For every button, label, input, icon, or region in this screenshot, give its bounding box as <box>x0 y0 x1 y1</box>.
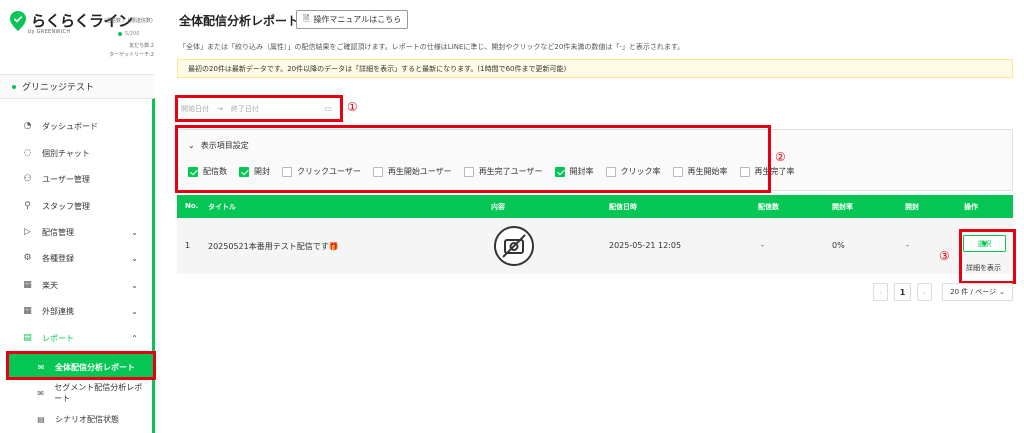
annotation-box-date <box>175 95 343 122</box>
annotation-number-1: ① <box>347 100 358 114</box>
sidebar-item-registration[interactable]: ⚙ 各種登録 ⌄ <box>0 245 150 271</box>
cell-date: 2025-05-21 12:05 <box>609 241 682 250</box>
col-content: 内容 <box>491 203 505 211</box>
chevron-down-icon: ⌄ <box>131 253 138 263</box>
report-icon: ▤ <box>23 333 32 343</box>
brand-by: by GREENWICH <box>28 29 71 35</box>
cell-open-rate: 0% <box>832 241 845 250</box>
sidebar-item-label: 個別チャット <box>42 148 90 158</box>
pagination-next-button[interactable]: › <box>917 283 932 301</box>
page-size-select[interactable]: 20 件 / ページ ⌄ <box>942 283 1013 301</box>
sidebar-subitem-segment-report[interactable]: ✉ セグメント配信分析レポート <box>0 380 150 406</box>
sidebar-item-label: 各種登録 <box>42 253 74 263</box>
sidebar-item-label: レポート <box>42 333 74 343</box>
sidebar-item-label: ダッシュボード <box>42 121 98 131</box>
sidebar-item-integration[interactable]: ▦ 外部連携 ⌄ <box>0 298 150 324</box>
col-title: タイトル <box>208 203 236 211</box>
users-icon: ⚇ <box>23 174 32 184</box>
account-selector[interactable]: グリニッジテスト <box>0 74 154 99</box>
friend-count: 友だち数:2 <box>129 43 154 49</box>
status-dot-icon <box>118 32 122 36</box>
annotation-box-action <box>959 229 1016 284</box>
sidebar-item-label: 外部連携 <box>42 306 74 316</box>
target-reach: ターゲットリーチ:2 <box>109 52 154 58</box>
col-count: 配信数 <box>758 203 779 211</box>
send-icon: ▷ <box>24 227 31 237</box>
col-open-rate: 開封率 <box>832 203 853 211</box>
quota: 5/200 <box>118 31 139 37</box>
rakuten-icon: ▦ <box>23 280 32 290</box>
no-image-icon <box>494 226 534 266</box>
col-open: 開封 <box>905 203 919 211</box>
cell-title: 20250521本番用テスト配信です🎁 <box>208 242 339 251</box>
sidebar-item-label: スタッフ管理 <box>42 201 90 211</box>
sidebar-item-staff[interactable]: ⚲ スタッフ管理 <box>0 193 150 219</box>
mail-icon: ✉ <box>37 388 44 398</box>
sidebar-subitem-label: シナリオ配信状態 <box>55 414 119 424</box>
sidebar-subitem-label: セグメント配信分析レポート <box>54 383 143 403</box>
friend-stats: 友だち数:2 ターゲットリーチ:2 <box>109 42 154 60</box>
pagination-prev-button[interactable]: ‹ <box>873 283 888 301</box>
pagination-page-1[interactable]: 1 <box>894 283 911 301</box>
page-description: 「全体」または「絞り込み（属性）」の配信結果をご確認頂けます。レポートの仕様はL… <box>179 43 685 51</box>
sidebar-item-users[interactable]: ⚇ ユーザー管理 <box>0 166 150 192</box>
logo-pin-icon <box>10 10 26 31</box>
chevron-down-icon: ⌄ <box>131 306 138 316</box>
sidebar-item-report[interactable]: ▤ レポート ⌃ <box>0 325 150 351</box>
cell-no: 1 <box>185 241 191 250</box>
annotation-box-settings <box>175 125 771 193</box>
page-size-label: 20 件 / ページ <box>950 288 996 296</box>
page-title: 全体配信分析レポート <box>179 14 300 28</box>
scenario-icon: ▤ <box>37 414 45 424</box>
integration-icon: ▦ <box>23 306 32 316</box>
sidebar-item-delivery[interactable]: ▷ 配信管理 ⌄ <box>0 219 150 245</box>
chevron-down-icon: ⌄ <box>131 227 138 237</box>
col-date: 配信日時 <box>609 203 637 211</box>
annotation-box-sidebar <box>6 351 156 380</box>
cell-open: - <box>906 241 909 250</box>
staff-icon: ⚲ <box>24 201 31 211</box>
sidebar-item-chat[interactable]: ◌ 個別チャット <box>0 140 150 166</box>
settings-icon: ⚙ <box>23 253 32 263</box>
sidebar-item-label: ユーザー管理 <box>42 174 90 184</box>
document-icon: 🗎 <box>303 13 310 23</box>
table-header: No. タイトル 内容 配信日時 配信数 開封率 開封 操作 <box>177 195 1013 218</box>
annotation-number-2: ② <box>775 150 786 164</box>
annotation-number-3: ③ <box>939 249 950 263</box>
manual-button[interactable]: 🗎 操作マニュアルはこちら <box>296 10 409 29</box>
sidebar-item-rakuten[interactable]: ▦ 楽天 ⌄ <box>0 272 150 298</box>
sidebar-divider <box>152 98 155 433</box>
sidebar-item-label: 楽天 <box>42 280 58 290</box>
dashboard-icon: ◔ <box>23 121 32 131</box>
chevron-down-icon: ⌄ <box>998 288 1005 296</box>
chevron-up-icon: ⌃ <box>131 333 138 343</box>
notice-banner: 最初の20件は最新データです。20件以降のデータは「詳細を表示」すると最新になり… <box>177 59 1013 78</box>
cell-count: - <box>761 241 764 250</box>
col-no: No. <box>185 202 199 210</box>
quota-label: (送信数 / 上限送信数) <box>104 18 153 24</box>
sidebar: らくらくライン by GREENWICH (送信数 / 上限送信数) 5/200… <box>0 0 158 433</box>
account-name: グリニッジテスト <box>22 83 95 93</box>
table-row: 1 20250521本番用テスト配信です🎁 2025-05-21 12:05 -… <box>177 218 1013 274</box>
col-action: 操作 <box>964 203 978 211</box>
sidebar-item-label: 配信管理 <box>42 227 74 237</box>
chevron-down-icon: ⌄ <box>131 280 138 290</box>
account-dot-icon <box>12 84 16 89</box>
chat-icon: ◌ <box>23 148 32 158</box>
sidebar-item-dashboard[interactable]: ◔ ダッシュボード <box>0 113 150 139</box>
manual-button-label: 操作マニュアルはこちら <box>313 15 402 24</box>
quota-value: 5/200 <box>125 31 140 37</box>
sidebar-subitem-scenario-status[interactable]: ▤ シナリオ配信状態 <box>0 406 150 432</box>
